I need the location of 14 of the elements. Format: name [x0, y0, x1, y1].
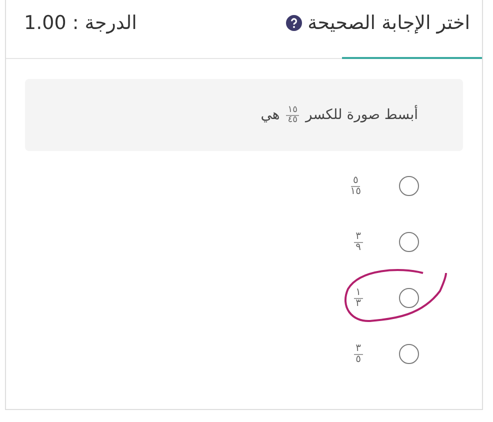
help-icon — [286, 15, 302, 31]
radio-button[interactable] — [399, 232, 419, 252]
radio-button[interactable] — [399, 344, 419, 364]
radio-button[interactable] — [399, 176, 419, 196]
question-text: هي — [260, 106, 280, 124]
fraction: ١٥ ٤٥ — [286, 106, 300, 124]
fraction: ٥ ١٥ — [349, 176, 362, 196]
score-label: الدرجة : 1.00 — [24, 10, 137, 36]
question-text: أبسط صورة للكسر — [305, 104, 418, 124]
fraction: ١ ٣ — [354, 288, 363, 308]
instruction-title: اختر الإجابة الصحيحة — [308, 10, 470, 36]
fraction: ٣ ٩ — [354, 232, 363, 252]
radio-button[interactable] — [399, 288, 419, 308]
fraction: ٣ ٥ — [354, 344, 363, 364]
